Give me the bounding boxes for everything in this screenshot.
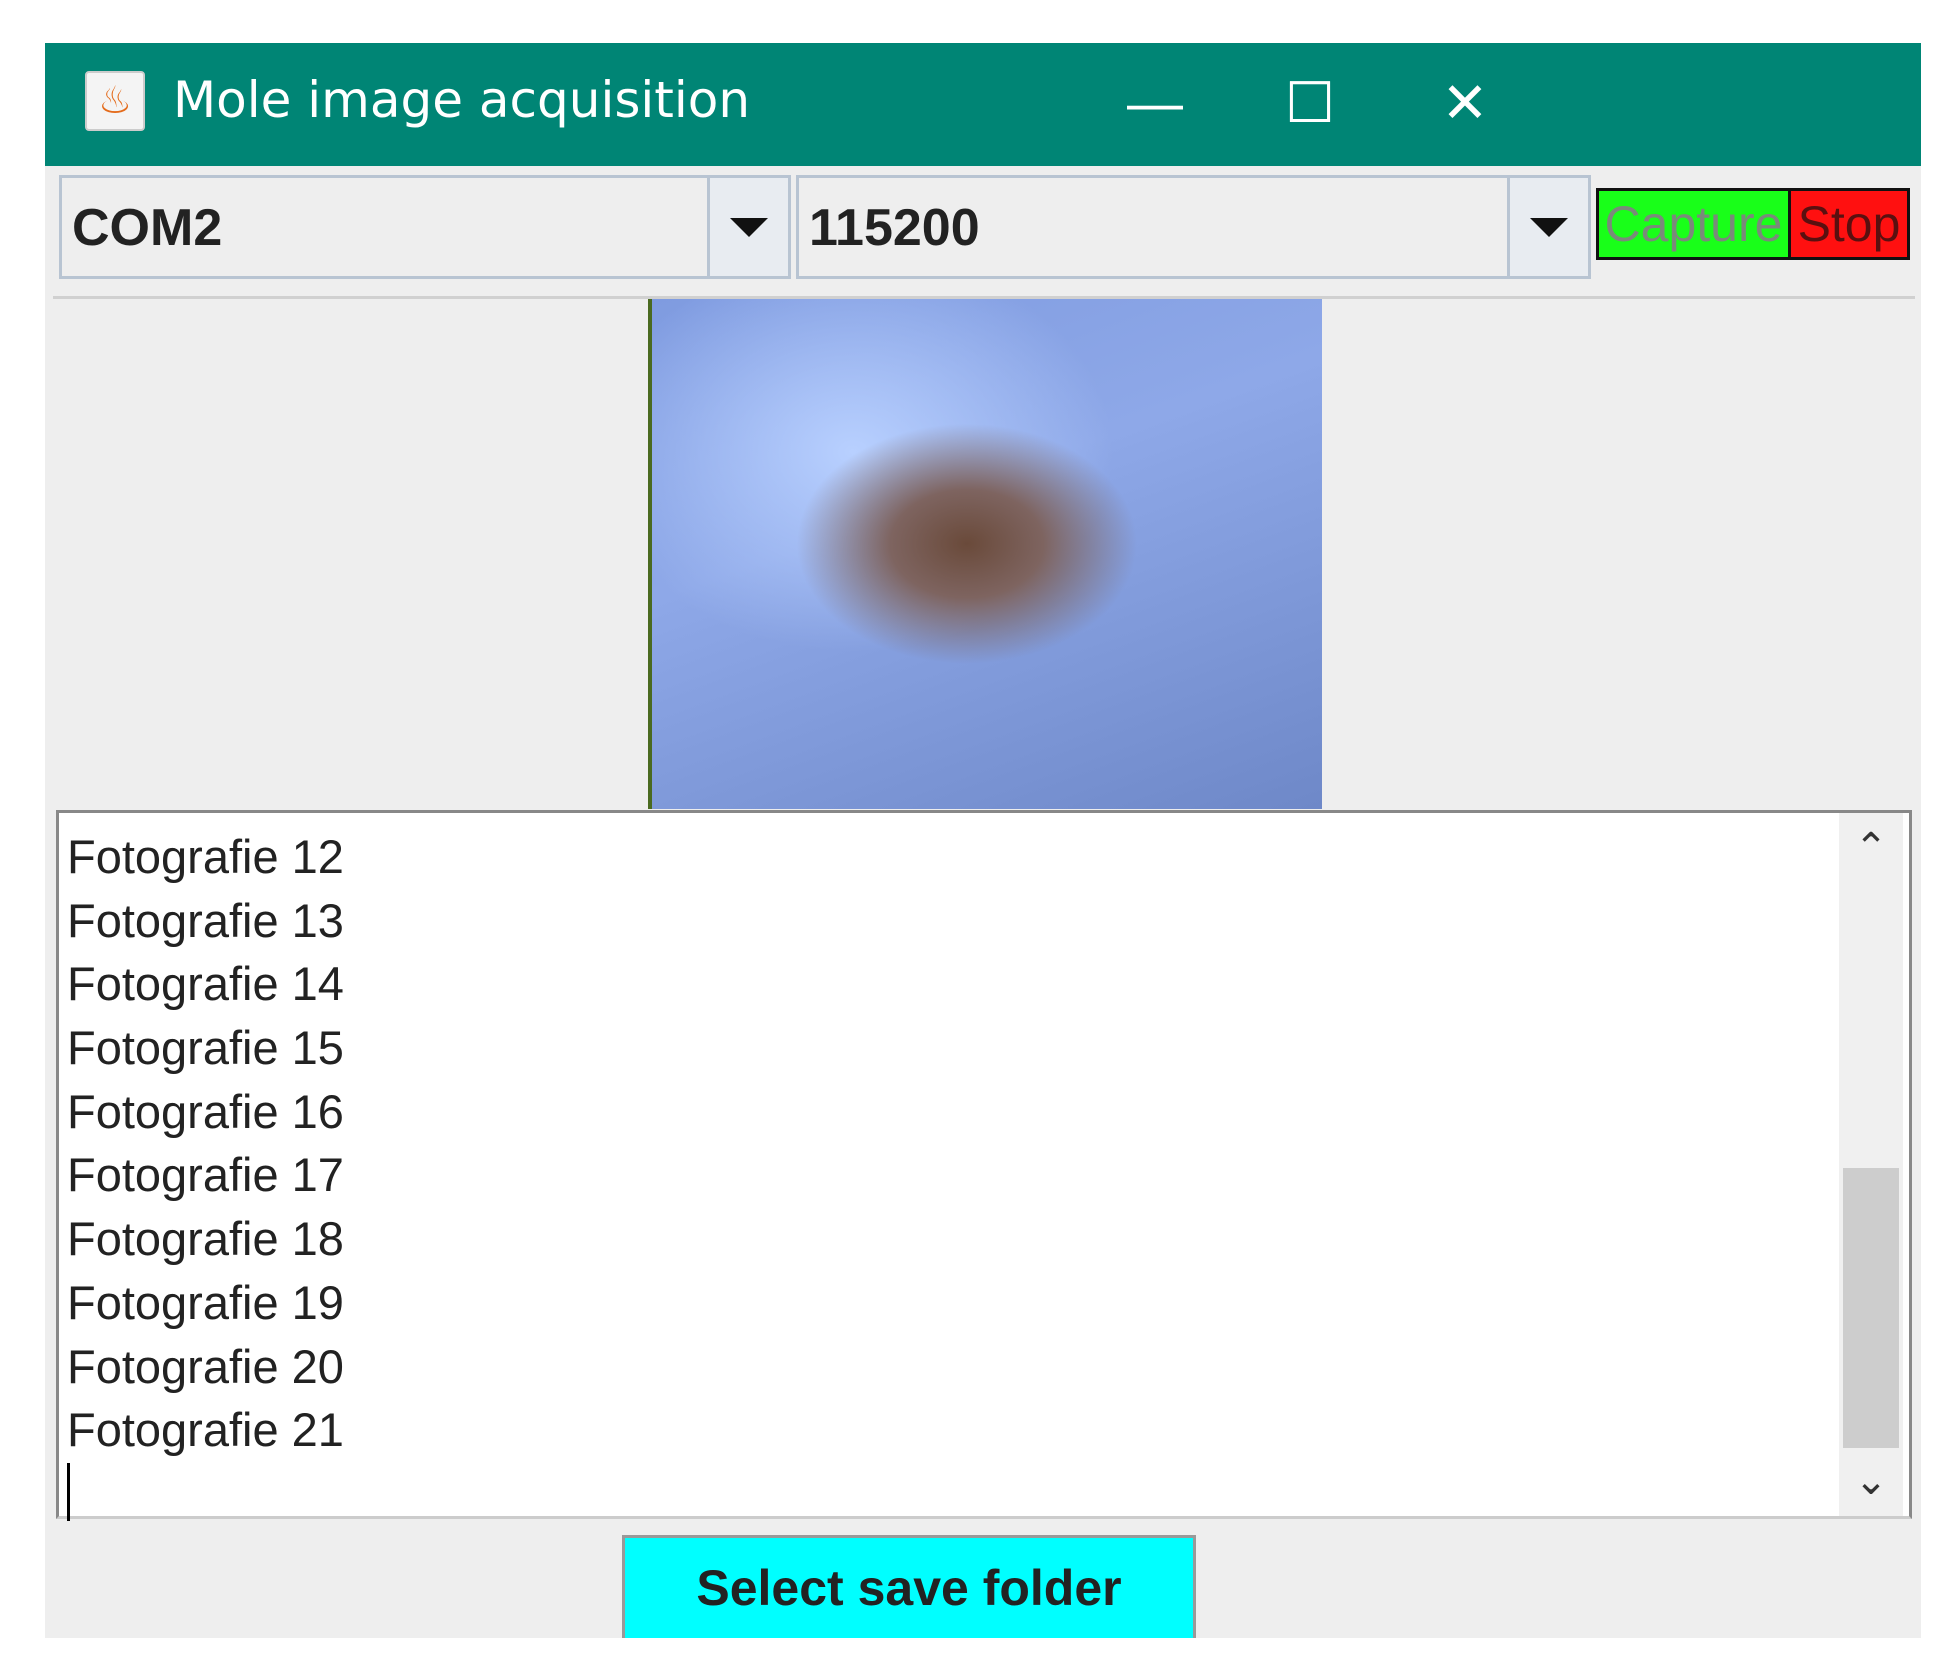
log-line: Fotografie 20 xyxy=(67,1339,344,1393)
capture-button[interactable]: Capture xyxy=(1596,188,1791,260)
text-caret xyxy=(67,1463,70,1521)
log-line: Fotografie 19 xyxy=(67,1275,344,1329)
chevron-down-icon[interactable] xyxy=(707,178,788,276)
title-bar[interactable]: ♨ Mole image acquisition — ☐ ✕ xyxy=(45,43,1921,166)
log-line: Fotografie 15 xyxy=(67,1021,344,1075)
log-line: Fotografie 13 xyxy=(67,893,344,947)
log-line: Fotografie 16 xyxy=(67,1084,344,1138)
log-line: Fotografie 14 xyxy=(67,957,344,1011)
log-line: Fotografie 17 xyxy=(67,1148,344,1202)
close-button[interactable]: ✕ xyxy=(1415,63,1515,143)
scrollbar-thumb[interactable] xyxy=(1843,1168,1899,1448)
log-line: Fotografie 18 xyxy=(67,1212,344,1266)
scroll-up-icon[interactable]: ⌃ xyxy=(1839,813,1903,883)
stop-button[interactable]: Stop xyxy=(1791,188,1910,260)
log-lines: Fotografie 12 Fotografie 13 Fotografie 1… xyxy=(67,825,344,1462)
log-line: Fotografie 21 xyxy=(67,1403,344,1457)
baud-value: 115200 xyxy=(809,199,980,257)
java-icon: ♨ xyxy=(85,71,145,131)
vertical-scrollbar[interactable]: ⌃ ⌄ xyxy=(1839,813,1903,1516)
app-window: ♨ Mole image acquisition — ☐ ✕ COM2 1152… xyxy=(45,43,1921,1638)
minimize-button[interactable]: — xyxy=(1105,63,1205,143)
select-save-folder-button[interactable]: Select save folder xyxy=(622,1535,1196,1638)
image-panel xyxy=(53,296,1915,809)
window-title: Mole image acquisition xyxy=(173,71,751,129)
scroll-down-icon[interactable]: ⌄ xyxy=(1839,1446,1903,1516)
port-value: COM2 xyxy=(72,199,223,257)
log-line: Fotografie 12 xyxy=(67,830,344,883)
port-select[interactable]: COM2 xyxy=(59,175,791,279)
chevron-down-icon[interactable] xyxy=(1507,178,1588,276)
baud-rate-select[interactable]: 115200 xyxy=(796,175,1591,279)
maximize-button[interactable]: ☐ xyxy=(1260,63,1360,143)
mole-image xyxy=(648,299,1322,809)
log-textarea[interactable]: Fotografie 12 Fotografie 13 Fotografie 1… xyxy=(56,810,1912,1521)
